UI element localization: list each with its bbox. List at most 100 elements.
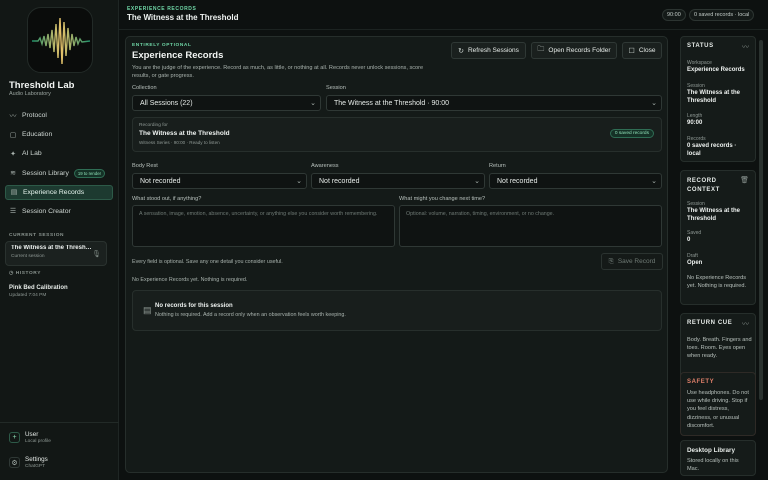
experience-records-panel: ENTIRELY OPTIONAL Experience Records You… bbox=[125, 36, 668, 473]
empty-state-sub: Nothing is required. Add a record only w… bbox=[155, 312, 346, 318]
close-icon: ☐ bbox=[628, 47, 635, 55]
return-label: Return bbox=[489, 163, 506, 169]
safety-text: Use headphones. Do not use while driving… bbox=[687, 390, 749, 429]
sidebar-item-education[interactable]: ▢ Education bbox=[5, 127, 113, 142]
awareness-select[interactable]: Not recorded ⌄ bbox=[311, 173, 485, 189]
safety-card: SAFETY Use headphones. Do not use while … bbox=[680, 372, 756, 436]
user-sub: Local profile bbox=[25, 438, 51, 444]
user-profile-button[interactable]: + User Local profile bbox=[9, 431, 51, 444]
draft-value: Open bbox=[687, 260, 703, 266]
session-key: Session bbox=[687, 83, 705, 89]
gear-icon: ⚙ bbox=[9, 457, 20, 469]
session-label: Session bbox=[326, 85, 346, 91]
return-cue-title: RETURN CUE bbox=[687, 320, 733, 326]
sidebar-item-label: Experience Records bbox=[23, 188, 85, 196]
change-label: What might you change next time? bbox=[399, 196, 486, 202]
panel-description: You are the judge of the experience. Rec… bbox=[132, 65, 424, 79]
workspace-value: Experience Records bbox=[687, 67, 745, 73]
clock-icon: ◷ bbox=[9, 271, 14, 276]
rail-scrollbar[interactable] bbox=[759, 40, 763, 400]
chevron-down-icon: ⌄ bbox=[651, 178, 657, 185]
recording-sub: Witness Series · 90:00 · Ready to listen bbox=[139, 140, 220, 145]
awareness-value: Not recorded bbox=[319, 177, 360, 185]
return-cue-text: Body. Breath. Fingers and toes. Room. Ey… bbox=[687, 337, 752, 360]
open-records-folder-label: Open Records Folder bbox=[548, 47, 611, 54]
note-icon: ▤ bbox=[10, 189, 18, 197]
trash-icon[interactable]: 🗑 bbox=[740, 176, 749, 184]
microphone-icon: 🎙 bbox=[92, 251, 101, 258]
status-session: Session The Witness at the Threshold bbox=[687, 83, 751, 105]
no-records-note: No Experience Records yet. Nothing is re… bbox=[132, 277, 248, 283]
saved-key: Saved bbox=[687, 230, 702, 236]
open-records-folder-button[interactable]: 🗀 Open Records Folder bbox=[531, 42, 617, 59]
body-rest-select[interactable]: Not recorded ⌄ bbox=[132, 173, 307, 189]
history-label-text: HISTORY bbox=[15, 271, 41, 276]
save-record-button[interactable]: ⎘ Save Record bbox=[601, 253, 663, 270]
sidebar-item-session-library[interactable]: ≋ Session Library 19 to render bbox=[5, 166, 113, 181]
refresh-sessions-label: Refresh Sessions bbox=[467, 47, 519, 54]
draft-key: Draft bbox=[687, 253, 698, 259]
sidebar-item-protocol[interactable]: 〰 Protocol bbox=[5, 108, 113, 123]
close-label: Close bbox=[638, 47, 656, 54]
empty-state-card: ▤ No records for this session Nothing is… bbox=[132, 290, 662, 331]
folder-icon: 🗀 bbox=[537, 46, 545, 53]
render-count-badge: 19 to render bbox=[73, 168, 106, 178]
status-title: STATUS bbox=[687, 43, 714, 49]
chevron-down-icon: ⌄ bbox=[474, 178, 480, 185]
desktop-library-card: Desktop Library Stored locally on this M… bbox=[680, 440, 756, 476]
current-session-label: CURRENT SESSION bbox=[9, 233, 65, 238]
collection-select[interactable]: All Sessions (22) ⌄ bbox=[132, 95, 321, 111]
refresh-icon: ↻ bbox=[458, 47, 464, 55]
book-icon: ▢ bbox=[9, 131, 17, 139]
save-record-label: Save Record bbox=[617, 258, 656, 265]
current-session-card[interactable]: The Witness at the Threshold Current ses… bbox=[5, 241, 107, 266]
session-length-pill: 90:00 bbox=[662, 9, 686, 21]
collection-label: Collection bbox=[132, 85, 157, 91]
desktop-library-title: Desktop Library bbox=[687, 447, 735, 454]
page-kicker: EXPERIENCE RECORDS bbox=[127, 6, 197, 12]
saved-records-badge: 0 saved records bbox=[609, 129, 654, 138]
current-session-sub: Current session bbox=[11, 254, 45, 259]
context-session-key: Session bbox=[687, 201, 705, 207]
records-value: 0 saved records · local bbox=[687, 143, 737, 157]
sidebar-item-label: Protocol bbox=[22, 112, 47, 119]
app-name: Threshold Lab bbox=[9, 80, 75, 91]
session-value: The Witness at the Threshold bbox=[687, 90, 740, 104]
awareness-label: Awareness bbox=[311, 163, 339, 169]
saved-value: 0 bbox=[687, 237, 691, 243]
close-button[interactable]: ☐ Close bbox=[622, 42, 662, 59]
settings-button[interactable]: ⚙ Settings ChatGPT bbox=[9, 456, 48, 469]
sidebar-item-ai-lab[interactable]: ✦ AI Lab bbox=[5, 146, 113, 161]
settings-sub: ChatGPT bbox=[25, 463, 45, 469]
recording-for-card: Recording for The Witness at the Thresho… bbox=[132, 117, 662, 152]
sidebar-item-session-creator[interactable]: ☰ Session Creator bbox=[5, 204, 113, 219]
chevron-down-icon: ⌄ bbox=[310, 100, 316, 107]
settings-title: Settings bbox=[25, 456, 48, 463]
status-records: Records 0 saved records · local bbox=[687, 136, 751, 158]
panel-title: Experience Records bbox=[132, 50, 224, 61]
sidebar-item-experience-records[interactable]: ▤ Experience Records bbox=[5, 184, 113, 200]
app-window: Threshold Lab Audio Laboratory 〰 Protoco… bbox=[0, 0, 768, 480]
length-value: 90:00 bbox=[687, 120, 703, 126]
change-textarea[interactable]: Optional: volume, narration, timing, env… bbox=[399, 205, 662, 247]
pulse-icon: 〰 bbox=[742, 321, 749, 328]
history-item-title[interactable]: Pink Bed Calibration bbox=[9, 285, 68, 291]
chevron-down-icon: ⌄ bbox=[651, 100, 657, 107]
body-rest-label: Body Rest bbox=[132, 163, 158, 169]
session-select[interactable]: The Witness at the Threshold · 90:00 ⌄ bbox=[326, 95, 662, 111]
return-select[interactable]: Not recorded ⌄ bbox=[489, 173, 662, 189]
refresh-sessions-button[interactable]: ↻ Refresh Sessions bbox=[451, 42, 526, 59]
collection-value: All Sessions (22) bbox=[140, 99, 193, 107]
stood-out-textarea[interactable]: A sensation, image, emotion, absence, un… bbox=[132, 205, 395, 247]
right-rail: STATUS 〰 Workspace Experience Records Se… bbox=[680, 36, 756, 476]
sidebar-divider bbox=[0, 422, 119, 423]
user-icon: + bbox=[9, 432, 20, 444]
history-label: ◷ HISTORY bbox=[9, 271, 41, 276]
sidebar-item-label: Education bbox=[22, 131, 53, 139]
empty-state-title: No records for this session bbox=[155, 303, 233, 309]
pulse-icon: 〰 bbox=[9, 112, 17, 120]
record-context-title: RECORD CONTEXT bbox=[687, 178, 720, 193]
desktop-library-text: Stored locally on this Mac. bbox=[687, 458, 739, 473]
safety-title: SAFETY bbox=[687, 379, 715, 385]
workspace-key: Workspace bbox=[687, 60, 712, 66]
